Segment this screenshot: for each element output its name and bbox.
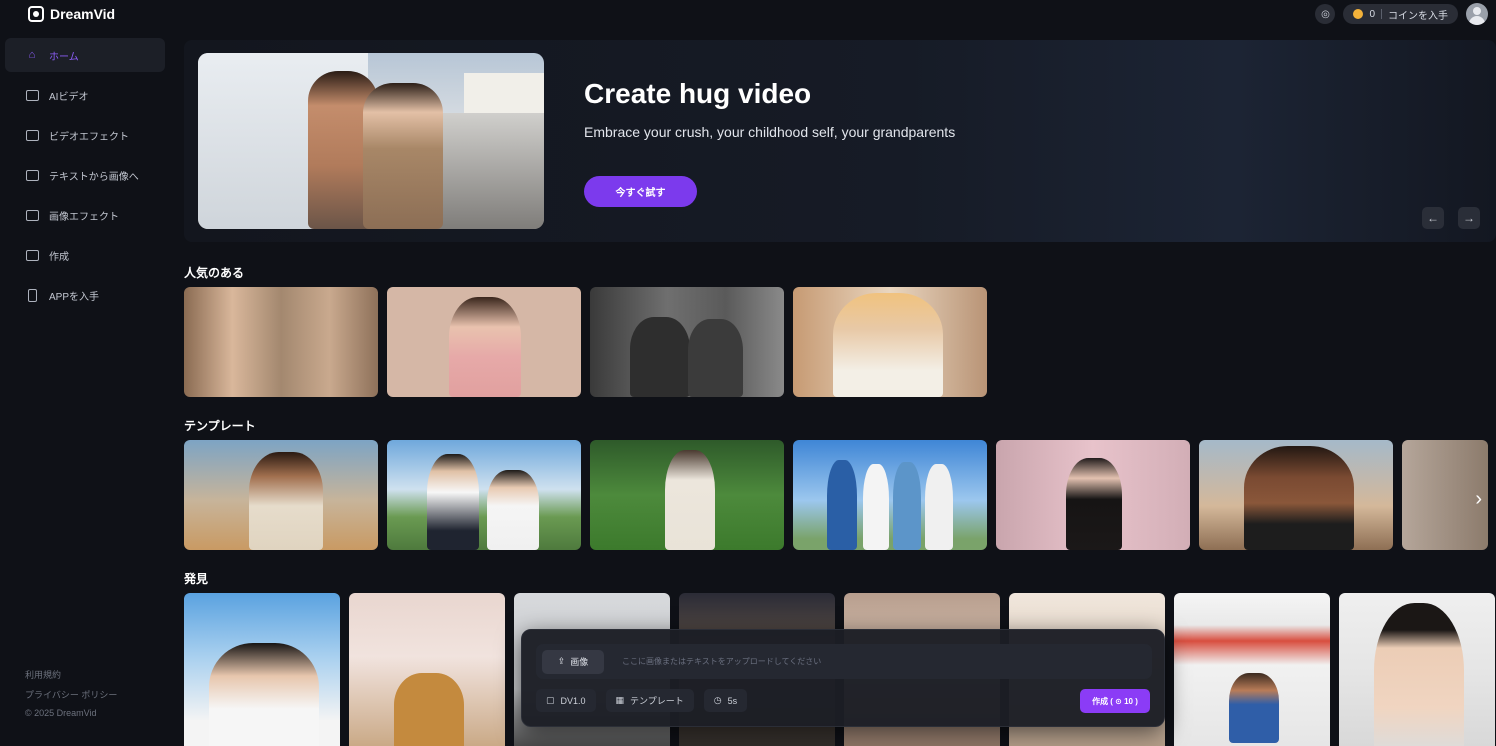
copyright: © 2025 DreamVid bbox=[25, 708, 97, 718]
grid-icon: ▦ bbox=[615, 695, 625, 705]
arrow-left-icon[interactable]: ← bbox=[1422, 207, 1444, 229]
templates-row bbox=[184, 440, 1488, 550]
create-icon bbox=[25, 249, 39, 261]
template-select[interactable]: ▦ テンプレート bbox=[605, 689, 694, 712]
get-coins-label: コインを入手 bbox=[1388, 10, 1448, 22]
sidebar-item-label: 画像エフェクト bbox=[49, 211, 119, 223]
template-card[interactable] bbox=[793, 440, 987, 550]
dreamvid-logo-icon bbox=[28, 6, 44, 22]
discover-card[interactable] bbox=[349, 593, 505, 746]
section-title-templates: テンプレート bbox=[184, 419, 256, 433]
brand-name: DreamVid bbox=[50, 6, 116, 22]
terms-link[interactable]: 利用規約 bbox=[25, 668, 117, 681]
discover-card[interactable] bbox=[1339, 593, 1495, 746]
coin-count: 0 bbox=[1369, 8, 1375, 20]
text-to-image-icon bbox=[25, 169, 39, 181]
cube-icon: ▢ bbox=[546, 695, 555, 705]
sidebar-item-image-effect[interactable]: 画像エフェクト bbox=[5, 198, 165, 232]
sidebar-item-label: ホーム bbox=[49, 51, 79, 63]
privacy-link[interactable]: プライバシー ポリシー bbox=[25, 688, 117, 701]
template-card[interactable] bbox=[387, 440, 581, 550]
template-label: テンプレート bbox=[630, 696, 684, 706]
video-effect-icon bbox=[25, 129, 39, 141]
brand-logo[interactable]: DreamVid bbox=[28, 6, 115, 22]
hero-subtitle: Embrace your crush, your childhood self,… bbox=[584, 124, 956, 140]
image-effect-icon bbox=[25, 209, 39, 221]
popular-card[interactable] bbox=[793, 287, 987, 397]
duration-select[interactable]: ◷ 5s bbox=[703, 689, 748, 712]
popular-card[interactable] bbox=[387, 287, 581, 397]
sidebar: ⌂ ホーム AIビデオ ビデオエフェクト テキストから画像へ 画像エフェクト 作… bbox=[0, 38, 170, 746]
top-right-controls: ◎ 0 コインを入手 bbox=[1315, 3, 1496, 25]
model-select[interactable]: ▢ DV1.0 bbox=[536, 689, 596, 712]
upload-image-label: 画像 bbox=[570, 657, 589, 667]
sidebar-item-label: ビデオエフェクト bbox=[49, 131, 129, 143]
create-button[interactable]: 作成 ( ⊙ 10 ) bbox=[1080, 689, 1150, 713]
popular-card[interactable] bbox=[590, 287, 784, 397]
chevron-right-icon[interactable]: › bbox=[1475, 488, 1482, 511]
sidebar-item-label: AIビデオ bbox=[49, 91, 89, 103]
sidebar-item-video-effect[interactable]: ビデオエフェクト bbox=[5, 118, 165, 152]
hero-image[interactable] bbox=[198, 53, 544, 229]
get-coins-button[interactable]: 0 コインを入手 bbox=[1343, 4, 1458, 24]
top-bar: DreamVid ◎ 0 コインを入手 bbox=[0, 0, 1496, 28]
sidebar-footer: 利用規約 プライバシー ポリシー © 2025 DreamVid bbox=[25, 668, 117, 718]
discover-card[interactable] bbox=[184, 593, 340, 746]
phone-icon bbox=[25, 288, 39, 302]
arrow-right-icon[interactable]: → bbox=[1458, 207, 1480, 229]
sidebar-item-text-to-image[interactable]: テキストから画像へ bbox=[5, 158, 165, 192]
prompt-placeholder: ここに画像またはテキストをアップロードしてください bbox=[622, 657, 822, 666]
discover-card[interactable] bbox=[1174, 593, 1330, 746]
home-icon: ⌂ bbox=[28, 49, 36, 61]
prompt-input[interactable]: ⇪ 画像 ここに画像またはテキストをアップロードしてください bbox=[536, 644, 1152, 679]
sidebar-item-home[interactable]: ⌂ ホーム bbox=[5, 38, 165, 72]
upload-image-button[interactable]: ⇪ 画像 bbox=[542, 649, 604, 674]
try-now-button[interactable]: 今すぐ試す bbox=[584, 176, 697, 207]
pill-divider bbox=[1381, 9, 1382, 19]
hero-title: Create hug video bbox=[584, 78, 812, 109]
popular-row bbox=[184, 287, 987, 397]
template-card[interactable] bbox=[590, 440, 784, 550]
sidebar-item-label: 作成 bbox=[49, 251, 69, 263]
model-label: DV1.0 bbox=[560, 695, 586, 706]
sidebar-item-label: テキストから画像へ bbox=[49, 171, 139, 183]
upload-icon: ⇪ bbox=[557, 656, 566, 666]
popular-card[interactable] bbox=[184, 287, 378, 397]
template-card[interactable] bbox=[996, 440, 1190, 550]
sidebar-item-get-app[interactable]: APPを入手 bbox=[5, 278, 165, 312]
clock-icon: ◷ bbox=[713, 695, 722, 705]
hero-carousel-controls: ← → bbox=[1422, 207, 1480, 229]
prompt-panel: ⇪ 画像 ここに画像またはテキストをアップロードしてください ▢ DV1.0 ▦… bbox=[521, 629, 1165, 727]
template-card[interactable] bbox=[184, 440, 378, 550]
duration-label: 5s bbox=[727, 695, 738, 706]
section-title-discover: 発見 bbox=[184, 572, 209, 586]
sidebar-item-label: APPを入手 bbox=[49, 291, 100, 303]
user-avatar[interactable] bbox=[1466, 3, 1488, 25]
ai-video-icon bbox=[25, 89, 39, 101]
hero-banner: Create hug video Embrace your crush, you… bbox=[184, 40, 1496, 242]
prompt-options: ▢ DV1.0 ▦ テンプレート ◷ 5s bbox=[536, 689, 748, 712]
section-title-popular: 人気のある bbox=[184, 266, 245, 280]
sidebar-item-ai-video[interactable]: AIビデオ bbox=[5, 78, 165, 112]
coin-icon bbox=[1353, 9, 1364, 19]
sidebar-item-create[interactable]: 作成 bbox=[5, 238, 165, 272]
template-card[interactable] bbox=[1199, 440, 1393, 550]
ai-chat-icon[interactable]: ◎ bbox=[1315, 4, 1336, 24]
